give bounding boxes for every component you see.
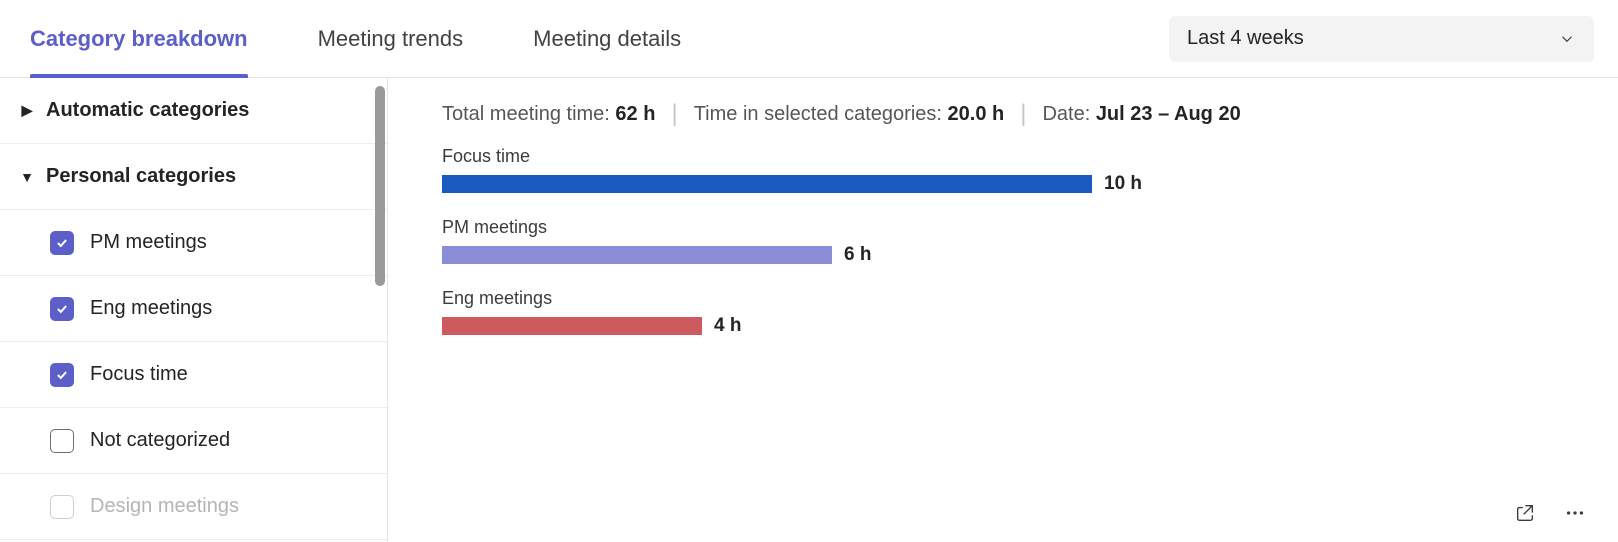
tab-meeting-trends[interactable]: Meeting trends	[318, 0, 464, 77]
checkbox-disabled-icon[interactable]	[50, 495, 74, 519]
summary-separator: |	[671, 102, 677, 126]
chart-value-label: 4 h	[714, 315, 741, 337]
chart-value-label: 10 h	[1104, 173, 1142, 195]
header-bar: Category breakdown Meeting trends Meetin…	[0, 0, 1618, 78]
tab-category-breakdown[interactable]: Category breakdown	[30, 0, 248, 77]
summary-date-value: Jul 23 – Aug 20	[1096, 103, 1241, 125]
caret-down-icon: ▼	[20, 170, 34, 184]
checkbox-checked-icon[interactable]	[50, 297, 74, 321]
summary-row: Total meeting time: 62 h | Time in selec…	[442, 102, 1564, 126]
section-automatic-categories[interactable]: ▶ Automatic categories	[0, 78, 387, 144]
chart-bar-wrap: 4 h	[442, 315, 1564, 337]
summary-total-value: 62 h	[615, 103, 655, 125]
date-range-dropdown[interactable]: Last 4 weeks	[1169, 16, 1594, 62]
tab-label: Category breakdown	[30, 26, 248, 52]
category-label: Design meetings	[90, 495, 239, 518]
chevron-down-icon	[1558, 30, 1576, 48]
summary-date-label: Date:	[1042, 103, 1095, 125]
category-item-eng-meetings[interactable]: Eng meetings	[0, 276, 387, 342]
category-sidebar: ▶ Automatic categories ▼ Personal catego…	[0, 78, 388, 542]
category-item-design-meetings[interactable]: Design meetings	[0, 474, 387, 540]
category-item-focus-time[interactable]: Focus time	[0, 342, 387, 408]
more-icon[interactable]	[1562, 500, 1588, 526]
category-label: Focus time	[90, 363, 188, 386]
summary-total-label: Total meeting time:	[442, 103, 615, 125]
date-range-selected: Last 4 weeks	[1187, 27, 1304, 50]
category-label: Not categorized	[90, 429, 230, 452]
category-bar-chart: Focus time 10 h PM meetings 6 h Eng meetings…	[442, 146, 1564, 337]
section-label: Automatic categories	[46, 99, 249, 122]
chart-row: Focus time 10 h	[442, 146, 1564, 195]
summary-total: Total meeting time: 62 h	[442, 103, 655, 126]
tab-label: Meeting trends	[318, 26, 464, 52]
summary-separator: |	[1020, 102, 1026, 126]
checkbox-checked-icon[interactable]	[50, 363, 74, 387]
main-panel: Total meeting time: 62 h | Time in selec…	[388, 78, 1618, 542]
share-icon[interactable]	[1512, 500, 1538, 526]
section-label: Personal categories	[46, 165, 236, 188]
checkbox-checked-icon[interactable]	[50, 231, 74, 255]
tab-label: Meeting details	[533, 26, 681, 52]
chart-bar-wrap: 10 h	[442, 173, 1564, 195]
section-personal-categories[interactable]: ▼ Personal categories	[0, 144, 387, 210]
category-item-not-categorized[interactable]: Not categorized	[0, 408, 387, 474]
chart-category-label: Focus time	[442, 146, 1564, 167]
chart-category-label: PM meetings	[442, 217, 1564, 238]
tab-meeting-details[interactable]: Meeting details	[533, 0, 681, 77]
tab-strip: Category breakdown Meeting trends Meetin…	[30, 0, 681, 77]
chart-row: PM meetings 6 h	[442, 217, 1564, 266]
category-label: PM meetings	[90, 231, 207, 254]
summary-selected: Time in selected categories: 20.0 h	[694, 103, 1005, 126]
chart-value-label: 6 h	[844, 244, 871, 266]
summary-selected-label: Time in selected categories:	[694, 103, 948, 125]
caret-right-icon: ▶	[20, 104, 34, 118]
floating-actions	[1512, 500, 1588, 526]
chart-category-label: Eng meetings	[442, 288, 1564, 309]
category-item-pm-meetings[interactable]: PM meetings	[0, 210, 387, 276]
summary-date: Date: Jul 23 – Aug 20	[1042, 103, 1240, 126]
chart-row: Eng meetings 4 h	[442, 288, 1564, 337]
summary-selected-value: 20.0 h	[948, 103, 1005, 125]
chart-bar	[442, 246, 832, 264]
chart-bar-wrap: 6 h	[442, 244, 1564, 266]
chart-bar	[442, 175, 1092, 193]
category-label: Eng meetings	[90, 297, 212, 320]
body-split: ▶ Automatic categories ▼ Personal catego…	[0, 78, 1618, 542]
sidebar-scrollbar-thumb[interactable]	[375, 86, 385, 286]
chart-bar	[442, 317, 702, 335]
checkbox-unchecked-icon[interactable]	[50, 429, 74, 453]
